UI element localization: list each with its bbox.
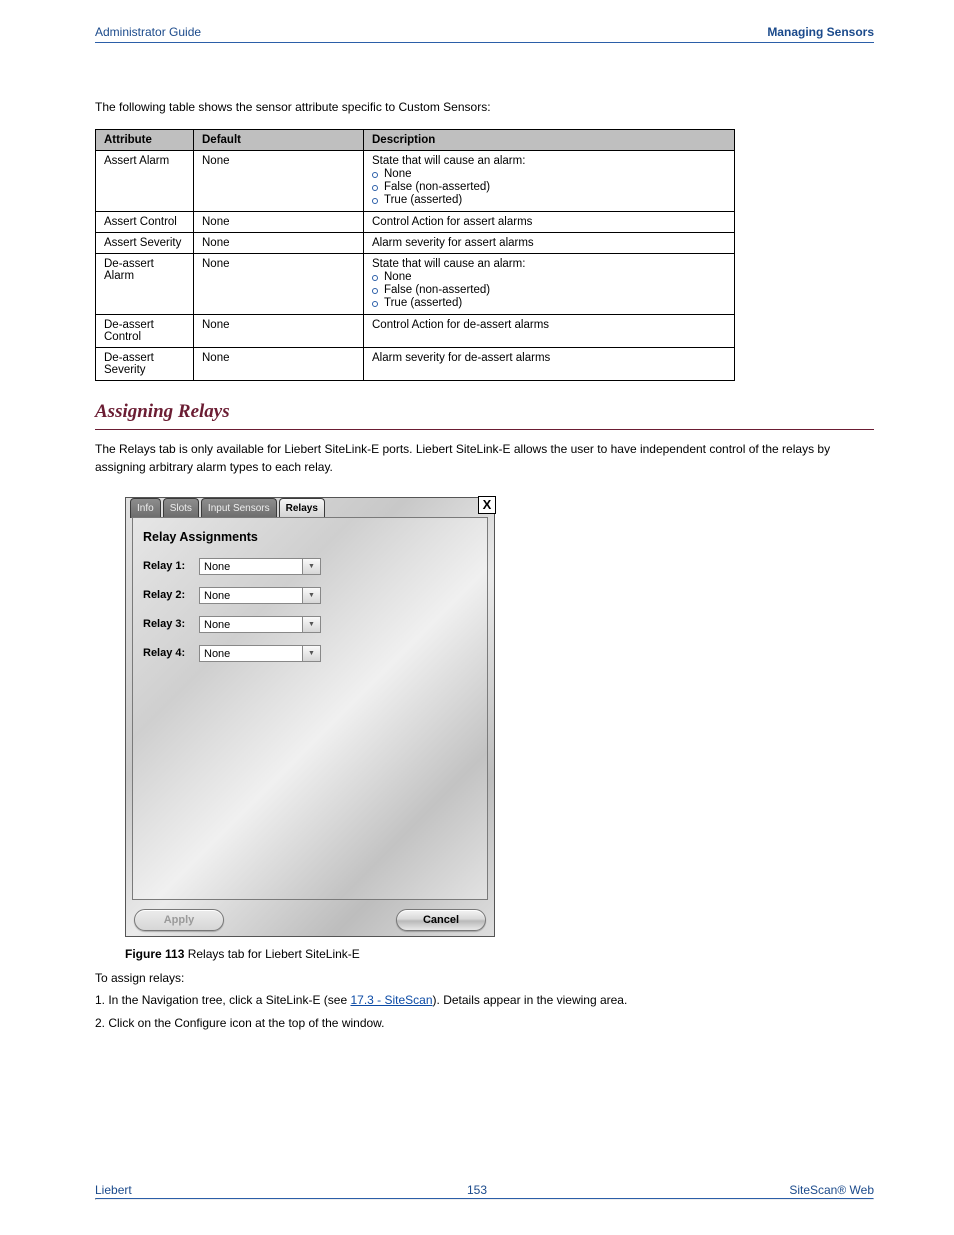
cell-desc: Alarm severity for assert alarms — [364, 232, 735, 253]
figure-caption-text: Relays tab for Liebert SiteLink-E — [188, 947, 360, 961]
cell-desc: Control Action for de-assert alarms — [364, 314, 735, 347]
table-row: Assert Control None Control Action for a… — [96, 211, 735, 232]
dialog-body: Relay Assignments Relay 1: None Relay 2:… — [132, 517, 488, 900]
table-row: Assert Severity None Alarm severity for … — [96, 232, 735, 253]
cell-attr: De-assert Alarm — [96, 253, 194, 314]
relays-dialog: Info Slots Input Sensors Relays X Relay … — [125, 497, 495, 937]
tab-input-sensors[interactable]: Input Sensors — [201, 498, 277, 518]
cell-def: None — [194, 232, 364, 253]
tab-slots[interactable]: Slots — [163, 498, 199, 518]
section-heading-assigning-relays: Assigning Relays — [95, 401, 874, 430]
table-row: De-assert Alarm None State that will cau… — [96, 253, 735, 314]
table-header-row: Attribute Default Description — [96, 129, 735, 150]
bullet-item: True (asserted) — [372, 194, 726, 206]
close-button[interactable]: X — [478, 496, 496, 514]
page-header: Administrator Guide Managing Sensors — [95, 25, 874, 39]
relay-2-label: Relay 2: — [143, 589, 199, 601]
table-row: De-assert Severity None Alarm severity f… — [96, 347, 735, 380]
dialog-tabs: Info Slots Input Sensors Relays — [130, 498, 490, 518]
cell-desc: Alarm severity for de-assert alarms — [364, 347, 735, 380]
relay-2-row: Relay 2: None — [143, 587, 477, 604]
intro-paragraph: The following table shows the sensor att… — [95, 98, 874, 117]
bullet-item: None — [372, 168, 726, 180]
bullet-item: False (non-asserted) — [372, 284, 726, 296]
relay-2-select[interactable]: None — [199, 587, 303, 604]
relay-4-select[interactable]: None — [199, 645, 303, 662]
relay-3-row: Relay 3: None — [143, 616, 477, 633]
relay-1-label: Relay 1: — [143, 560, 199, 572]
cell-attr: Assert Severity — [96, 232, 194, 253]
tab-relays[interactable]: Relays — [279, 498, 325, 518]
cell-def: None — [194, 150, 364, 211]
step-1-text-b: ). Details appear in the viewing area. — [433, 993, 628, 1007]
relay-1-select[interactable]: None — [199, 558, 303, 575]
tab-info[interactable]: Info — [130, 498, 161, 518]
relay-3-select[interactable]: None — [199, 616, 303, 633]
relay-4-row: Relay 4: None — [143, 645, 477, 662]
relay-3-dropdown-icon[interactable] — [303, 616, 321, 633]
footer-rule — [95, 1198, 874, 1200]
table-row: Assert Alarm None State that will cause … — [96, 150, 735, 211]
sensor-attributes-table: Attribute Default Description Assert Ala… — [95, 129, 735, 381]
cell-desc: State that will cause an alarm: None Fal… — [364, 253, 735, 314]
col-attr: Attribute — [96, 129, 194, 150]
step-1-text-a: 1. In the Navigation tree, click a SiteL… — [95, 993, 347, 1007]
cell-desc: Control Action for assert alarms — [364, 211, 735, 232]
cell-def: None — [194, 347, 364, 380]
cell-def: None — [194, 253, 364, 314]
table-row: De-assert Control None Control Action fo… — [96, 314, 735, 347]
relay-1-row: Relay 1: None — [143, 558, 477, 575]
bullet-item: True (asserted) — [372, 297, 726, 309]
step-1-crossref-link[interactable]: 17.3 - SiteScan — [350, 993, 432, 1007]
cancel-button[interactable]: Cancel — [396, 909, 486, 931]
figure-caption: Figure 113 Relays tab for Liebert SiteLi… — [125, 947, 874, 961]
cell-attr: De-assert Severity — [96, 347, 194, 380]
relay-3-label: Relay 3: — [143, 618, 199, 630]
footer-left: Liebert — [95, 1183, 132, 1197]
cell-def: None — [194, 211, 364, 232]
col-default: Default — [194, 129, 364, 150]
footer-right: SiteScan® Web — [789, 1183, 874, 1197]
cell-attr: Assert Alarm — [96, 150, 194, 211]
relay-4-label: Relay 4: — [143, 647, 199, 659]
relay-1-dropdown-icon[interactable] — [303, 558, 321, 575]
cell-def: None — [194, 314, 364, 347]
col-desc: Description — [364, 129, 735, 150]
dialog-title: Relay Assignments — [143, 530, 477, 544]
apply-button[interactable]: Apply — [134, 909, 224, 931]
header-right: Managing Sensors — [767, 25, 874, 39]
desc-lead: State that will cause an alarm: — [372, 155, 726, 167]
header-left: Administrator Guide — [95, 25, 201, 39]
relay-2-dropdown-icon[interactable] — [303, 587, 321, 604]
step-1: 1. In the Navigation tree, click a SiteL… — [95, 991, 874, 1010]
figure-label: Figure 113 — [125, 947, 184, 961]
cell-desc: State that will cause an alarm: None Fal… — [364, 150, 735, 211]
footer-page: 153 — [467, 1183, 487, 1197]
section-paragraph: The Relays tab is only available for Lie… — [95, 440, 874, 477]
relay-4-dropdown-icon[interactable] — [303, 645, 321, 662]
desc-lead: State that will cause an alarm: — [372, 258, 726, 270]
cell-attr: De-assert Control — [96, 314, 194, 347]
cell-attr: Assert Control — [96, 211, 194, 232]
header-rule — [95, 42, 874, 43]
dialog-button-bar: Apply Cancel — [134, 909, 486, 931]
steps-lead: To assign relays: — [95, 969, 874, 988]
step-2: 2. Click on the Configure icon at the to… — [95, 1014, 874, 1033]
bullet-item: False (non-asserted) — [372, 181, 726, 193]
bullet-item: None — [372, 271, 726, 283]
